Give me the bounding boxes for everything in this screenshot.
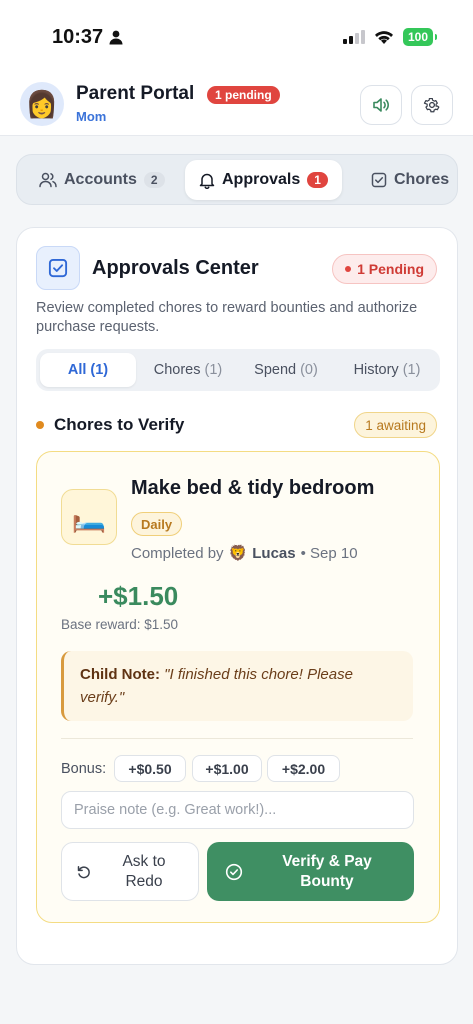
filter-spend[interactable]: Spend (0): [240, 353, 332, 387]
avatar[interactable]: 👩: [20, 82, 64, 126]
completed-date: • Sep 10: [300, 544, 358, 562]
bonus-button-100[interactable]: +$1.00: [192, 755, 262, 782]
awaiting-badge: 1 awaiting: [354, 412, 437, 438]
filter-count: (0): [300, 362, 318, 378]
filter-label: Chores: [153, 362, 201, 378]
note-label: Child Note:: [80, 666, 160, 683]
app-header: 👩 Parent Portal 1 pending Mom: [0, 72, 473, 136]
tab-label: Chores: [394, 171, 450, 188]
pending-dot-icon: [345, 266, 352, 272]
tab-approvals[interactable]: Approvals 1: [185, 160, 342, 200]
filter-label: History: [353, 362, 399, 378]
filter-count: (1): [402, 362, 421, 378]
pending-count-badge: 1 Pending: [332, 254, 437, 284]
tab-accounts[interactable]: Accounts 2: [25, 160, 179, 200]
approvals-header-icon: [36, 246, 80, 290]
status-bar: 10:37 100: [0, 0, 473, 72]
tab-label: Approvals: [222, 171, 301, 188]
filter-all[interactable]: All (1): [40, 353, 136, 387]
cellular-signal-icon: [342, 30, 365, 44]
user-role-label: Mom: [76, 109, 107, 124]
sound-button[interactable]: [360, 85, 402, 125]
bonus-button-050[interactable]: +$0.50: [114, 755, 186, 782]
approvals-title: Approvals Center: [92, 257, 259, 279]
section-dot-icon: [36, 421, 44, 429]
verify-and-pay-button[interactable]: Verify & Pay Bounty: [207, 842, 414, 901]
battery-indicator: 100: [402, 28, 438, 46]
approvals-count-badge: 1: [307, 172, 328, 188]
completed-by-line: Completed by 🦁 Lucas • Sep 10: [131, 544, 358, 563]
filter-count: (1): [90, 362, 109, 378]
status-time: 10:37: [52, 26, 123, 49]
bonus-button-200[interactable]: +$2.00: [267, 755, 340, 782]
filter-label: All: [67, 362, 87, 378]
redo-label: Ask to Redo: [122, 852, 166, 890]
bed-icon: 🛏️: [61, 489, 117, 545]
child-note: Child Note: "I finished this chore! Plea…: [61, 651, 413, 721]
accounts-count-badge: 2: [143, 172, 165, 188]
base-reward: Base reward: $1.50: [61, 617, 179, 632]
praise-note-input[interactable]: Praise note (e.g. Great work!)...: [61, 791, 414, 829]
gear-icon: [423, 97, 440, 113]
filter-chores[interactable]: Chores (1): [142, 353, 234, 387]
redo-icon: [77, 865, 90, 878]
completed-prefix: Completed by: [131, 544, 224, 562]
pending-count-label: 1 Pending: [357, 261, 424, 277]
speaker-icon: [373, 98, 389, 112]
settings-button[interactable]: [411, 85, 453, 125]
checkbox-icon: [48, 258, 68, 278]
clock-text: 10:37: [52, 26, 104, 48]
filter-count: (1): [204, 362, 223, 378]
filter-history[interactable]: History (1): [338, 353, 436, 387]
check-circle-icon: [225, 863, 243, 880]
users-icon: [39, 172, 57, 188]
filter-label: Spend: [254, 362, 297, 378]
bell-icon: [199, 173, 215, 189]
filter-segmented-control: All (1) Chores (1) Spend (0) History (1): [36, 349, 440, 391]
frequency-badge: Daily: [131, 512, 183, 536]
tab-label: Accounts: [64, 171, 137, 188]
ask-to-redo-button[interactable]: Ask to Redo: [61, 842, 199, 901]
chore-title: Make bed & tidy bedroom: [131, 477, 375, 499]
wifi-icon: [374, 30, 393, 44]
section-title: Chores to Verify: [54, 415, 185, 434]
pay-label: Verify & Pay Bounty: [282, 852, 372, 890]
tab-chores[interactable]: Chores: [357, 160, 457, 200]
approvals-card: Approvals Center 1 Pending Review comple…: [16, 227, 458, 965]
divider: [61, 738, 413, 739]
pending-badge: 1 pending: [207, 86, 280, 104]
chore-approval-item: 🛏️ Make bed & tidy bedroom Daily Complet…: [36, 451, 440, 923]
bonus-label: Bonus:: [61, 761, 107, 777]
child-name: Lucas: [252, 544, 296, 562]
approvals-description: Review completed chores to reward bounti…: [36, 300, 418, 335]
page-title: Parent Portal: [76, 83, 195, 104]
checkbox-icon: [371, 172, 387, 188]
main-tabs: Accounts 2 Approvals 1 Chores: [16, 154, 458, 205]
child-avatar-icon: 🦁: [228, 545, 248, 562]
bounty-amount: +$1.50: [98, 581, 179, 611]
status-icons: 100: [342, 28, 438, 46]
person-icon: [109, 30, 123, 45]
